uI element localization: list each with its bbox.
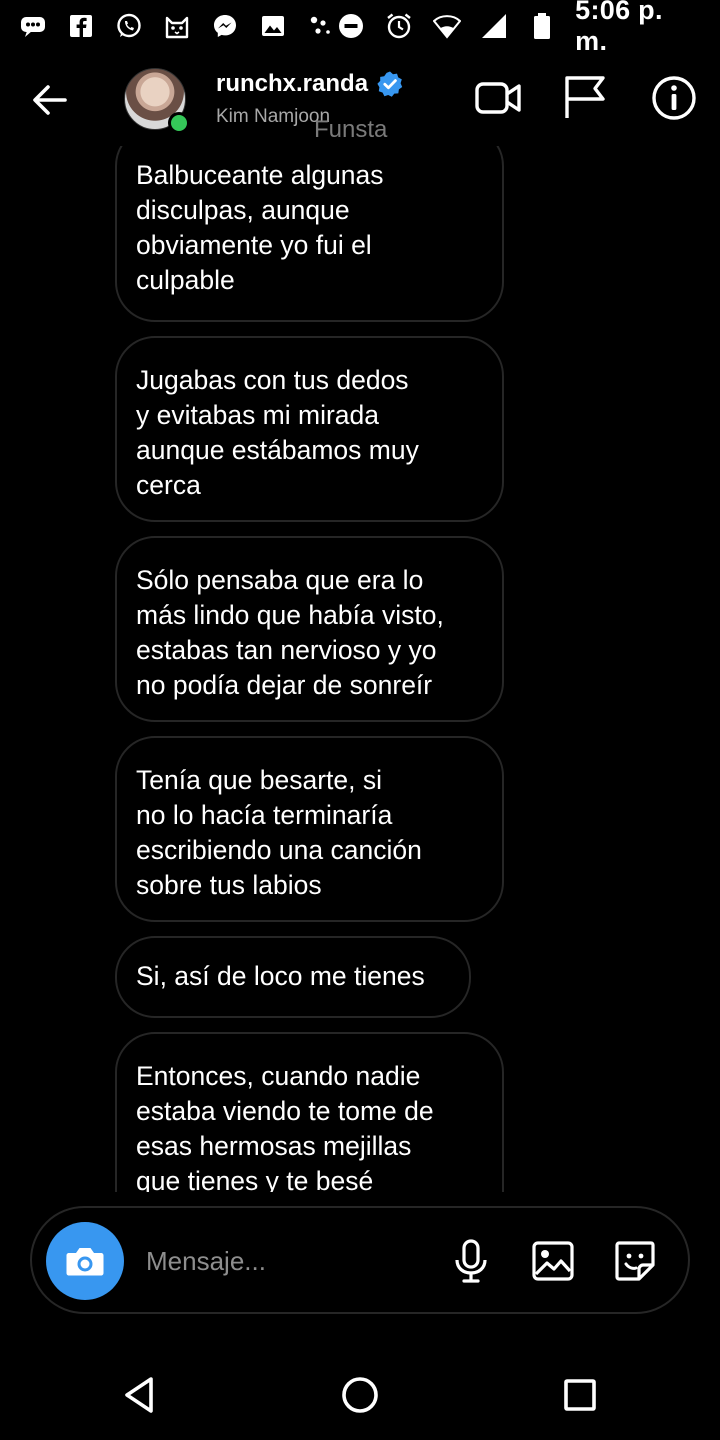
sticker-icon: [615, 1241, 655, 1281]
wifi-icon: [432, 11, 462, 41]
nav-home-button[interactable]: [335, 1370, 385, 1420]
status-bar: 5:06 p. m.: [0, 0, 720, 56]
funsta-overlay-text: Funsta: [314, 116, 388, 143]
video-call-button[interactable]: [472, 72, 524, 124]
full-name: Kim Namjoon: [216, 106, 331, 127]
message-bubble[interactable]: Sólo pensaba que era lo más lindo que ha…: [115, 536, 504, 722]
arrow-left-icon: [33, 85, 67, 115]
message-bubble[interactable]: Si, así de loco me tienes: [115, 936, 471, 1018]
sticker-button[interactable]: [610, 1236, 660, 1286]
microphone-icon: [455, 1239, 487, 1283]
dots-icon: [306, 11, 336, 41]
message-list[interactable]: Balbuceante algunas disculpas, aunque ob…: [0, 146, 720, 1192]
system-status-icons: 5:06 p. m.: [336, 0, 702, 57]
chat-bubble-icon: [18, 11, 48, 41]
dm-thread-screen: 5:06 p. m. runchx.randa Kim Namjoon Funs…: [0, 0, 720, 1440]
alarm-icon: [384, 11, 414, 41]
image-icon: [532, 1241, 574, 1281]
back-button[interactable]: [28, 78, 72, 122]
message-input[interactable]: [144, 1238, 438, 1284]
flag-icon: [565, 76, 605, 118]
camera-icon: [66, 1248, 104, 1276]
message-composer: [30, 1206, 690, 1314]
battery-icon: [527, 11, 557, 41]
circle-home-icon: [342, 1377, 378, 1413]
message-bubble[interactable]: Entonces, cuando nadie estaba viendo te …: [115, 1032, 504, 1192]
message-bubble[interactable]: Jugabas con tus dedos y evitabas mi mira…: [115, 336, 504, 522]
cat-app-icon: [162, 11, 192, 41]
camera-button[interactable]: [46, 1222, 124, 1300]
triangle-back-icon: [125, 1377, 153, 1413]
nav-recents-button[interactable]: [555, 1370, 605, 1420]
status-time: 5:06 p. m.: [575, 0, 663, 56]
online-status-dot: [168, 112, 190, 134]
signal-icon: [479, 11, 509, 41]
facebook-icon: [66, 11, 96, 41]
info-button[interactable]: [648, 72, 700, 124]
video-camera-icon: [475, 82, 521, 114]
username-row[interactable]: runchx.randa: [216, 70, 404, 98]
do-not-disturb-icon: [336, 11, 366, 41]
message-bubble[interactable]: Balbuceante algunas disculpas, aunque ob…: [115, 146, 504, 322]
system-nav-bar: [0, 1350, 720, 1440]
message-bubble[interactable]: Tenía que besarte, si no lo hacía termin…: [115, 736, 504, 922]
notification-icons: [18, 11, 336, 41]
whatsapp-icon: [114, 11, 144, 41]
info-icon: [652, 76, 696, 120]
gallery-icon: [258, 11, 288, 41]
profile-avatar[interactable]: [124, 68, 190, 134]
flag-button[interactable]: [558, 72, 610, 124]
verified-badge-icon: [377, 71, 403, 97]
username: runchx.randa: [216, 70, 369, 97]
gallery-button[interactable]: [528, 1236, 578, 1286]
messenger-icon: [210, 11, 240, 41]
square-recents-icon: [564, 1379, 596, 1411]
voice-message-button[interactable]: [446, 1236, 496, 1286]
nav-back-button[interactable]: [116, 1370, 166, 1420]
